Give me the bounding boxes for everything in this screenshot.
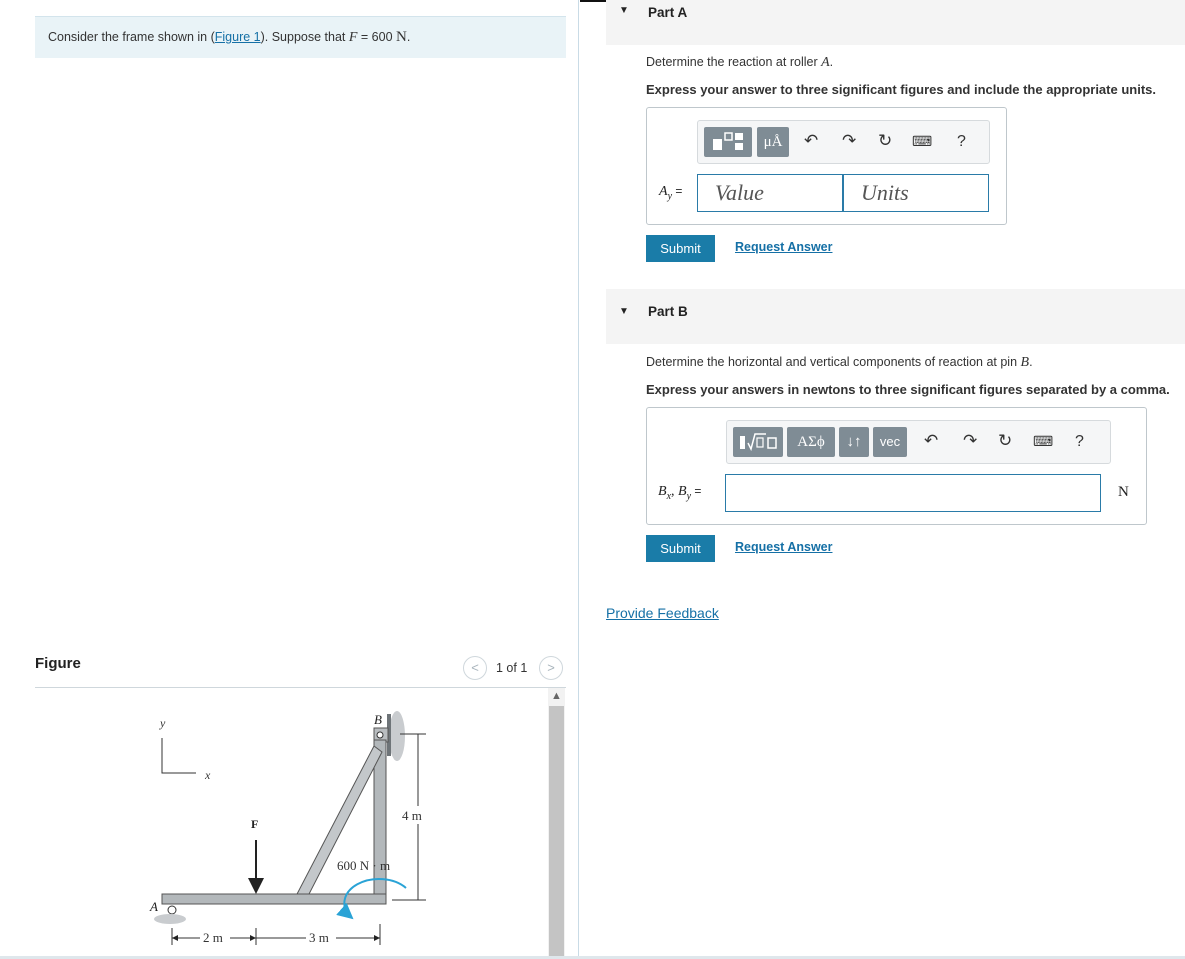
subscript-superscript-button[interactable]: ↓↑ xyxy=(839,427,869,457)
collapse-triangle-icon[interactable]: ▼ xyxy=(619,306,629,317)
part-b-title: Part B xyxy=(648,304,688,319)
reset-icon[interactable]: ↻ xyxy=(998,431,1012,451)
keyboard-icon[interactable]: ⌨ xyxy=(1033,433,1053,450)
part-a-answer-label: Ay = xyxy=(659,184,682,202)
undo-icon[interactable]: ↶ xyxy=(804,131,818,151)
help-icon[interactable]: ? xyxy=(1075,433,1084,451)
part-a-request-answer-link[interactable]: Request Answer xyxy=(735,240,832,254)
axes-lines xyxy=(161,738,196,774)
components-input[interactable] xyxy=(725,474,1101,512)
part-b-instruction: Express your answers in newtons to three… xyxy=(646,382,1170,397)
y-axis-label: y xyxy=(159,716,166,730)
part-a-header[interactable]: ▼ Part A xyxy=(606,0,1185,45)
label-main: A xyxy=(659,184,668,199)
part-a-question: Determine the reaction at roller A. xyxy=(646,55,833,71)
part-a-title: Part A xyxy=(648,5,688,20)
problem-text-before: Consider the frame shown in ( xyxy=(48,30,215,44)
force-unit: N xyxy=(396,29,407,45)
dim-2m-label: 2 m xyxy=(203,930,223,945)
horizontal-member xyxy=(161,893,387,905)
part-a-answer-box: μÅ ↶ ↷ ↻ ⌨ ? Ay = Value Units xyxy=(646,107,1007,225)
problem-period: . xyxy=(406,30,411,44)
provide-feedback-link[interactable]: Provide Feedback xyxy=(606,605,719,621)
templates-icon xyxy=(713,132,743,150)
part-b-unit-label: N xyxy=(1118,484,1129,500)
units-button[interactable]: μÅ xyxy=(757,127,789,157)
chevron-left-icon: < xyxy=(471,660,479,675)
scroll-up-icon[interactable]: ▲ xyxy=(548,688,565,704)
wall-support xyxy=(389,711,405,761)
label-bx: B xyxy=(658,484,667,499)
part-b-question-text: Determine the horizontal and vertical co… xyxy=(646,355,1021,369)
part-b-header[interactable]: ▼ Part B xyxy=(606,289,1185,344)
label-eq: = xyxy=(672,184,683,198)
part-a-question-text: Determine the reaction at roller xyxy=(646,55,822,69)
part-b-answer-box: ΑΣϕ ↓↑ vec ↶ ↷ ↻ ⌨ ? Bx, By = N xyxy=(646,407,1147,525)
label-by: B xyxy=(678,484,687,499)
part-b-request-answer-link[interactable]: Request Answer xyxy=(735,540,832,554)
figure-link[interactable]: Figure 1 xyxy=(215,30,261,44)
x-axis-label: x xyxy=(204,768,211,782)
scrollbar-thumb[interactable] xyxy=(549,706,564,956)
ground-support-A xyxy=(154,914,186,924)
force-equals: = 600 xyxy=(357,30,397,44)
figure-prev-button[interactable]: < xyxy=(463,656,487,680)
diagonal-member xyxy=(295,745,383,897)
part-b-submit-button[interactable]: Submit xyxy=(646,535,715,562)
units-input[interactable]: Units xyxy=(843,174,989,212)
collapse-triangle-icon[interactable]: ▼ xyxy=(619,5,629,16)
figure-next-button[interactable]: > xyxy=(539,656,563,680)
panel-divider xyxy=(578,0,579,959)
moment-label: 600 N · m xyxy=(337,858,390,873)
label-sep: , xyxy=(671,484,679,499)
part-b-toolbar: ΑΣϕ ↓↑ vec ↶ ↷ ↻ ⌨ ? xyxy=(726,420,1111,464)
chevron-right-icon: > xyxy=(547,660,555,675)
templates-radical-icon xyxy=(740,433,777,452)
undo-icon[interactable]: ↶ xyxy=(924,431,938,451)
roller-A xyxy=(167,905,177,915)
frame-figure: y x B A F 600 N · m 4 m 2 m 3 m xyxy=(149,711,429,945)
part-a-submit-button[interactable]: Submit xyxy=(646,235,715,262)
dim-4m-label: 4 m xyxy=(402,808,422,823)
figure-pager-label: 1 of 1 xyxy=(496,661,528,675)
part-b-answer-label: Bx, By = xyxy=(658,484,701,502)
label-F: F xyxy=(251,817,258,831)
value-input[interactable]: Value xyxy=(697,174,843,212)
figure-scrollbar[interactable]: ▲ xyxy=(548,688,565,956)
part-b-question: Determine the horizontal and vertical co… xyxy=(646,355,1033,371)
redo-icon[interactable]: ↷ xyxy=(963,431,977,451)
greek-symbols-button[interactable]: ΑΣϕ xyxy=(787,427,835,457)
label-eq: = xyxy=(691,484,702,498)
part-a-instruction: Express your answer to three significant… xyxy=(646,82,1156,97)
pin-B xyxy=(376,731,384,739)
reset-icon[interactable]: ↻ xyxy=(878,131,892,151)
templates-button[interactable] xyxy=(704,127,752,157)
label-A: A xyxy=(149,899,158,914)
label-B: B xyxy=(374,712,382,727)
part-a-toolbar: μÅ ↶ ↷ ↻ ⌨ ? xyxy=(697,120,990,164)
help-icon[interactable]: ? xyxy=(957,133,966,151)
keyboard-icon[interactable]: ⌨ xyxy=(912,133,932,150)
redo-icon[interactable]: ↷ xyxy=(842,131,856,151)
part-a-question-post: . xyxy=(829,55,834,69)
templates-radical-button[interactable] xyxy=(733,427,783,457)
part-b-question-var: B xyxy=(1020,355,1030,370)
figure-heading: Figure xyxy=(35,655,81,672)
part-b-question-post: . xyxy=(1029,355,1033,369)
problem-text-after: ). Suppose that xyxy=(260,30,349,44)
vector-button[interactable]: vec xyxy=(873,427,907,457)
problem-statement: Consider the frame shown in (Figure 1). … xyxy=(35,16,566,58)
part-a-question-var: A xyxy=(821,55,830,70)
figure-divider xyxy=(35,687,566,688)
dim-3m-label: 3 m xyxy=(309,930,329,945)
